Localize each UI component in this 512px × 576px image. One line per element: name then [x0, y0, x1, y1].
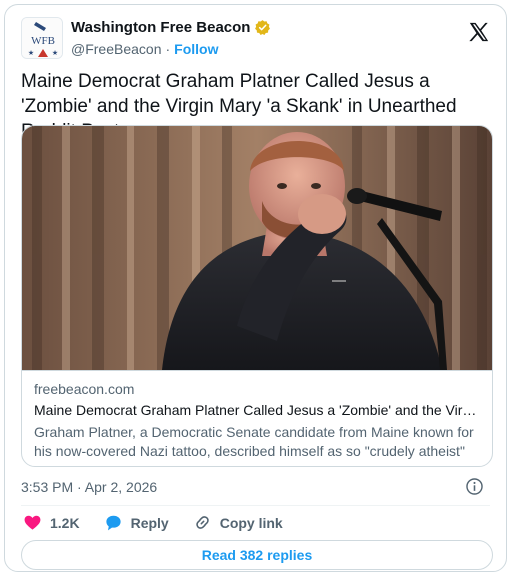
copy-link-button[interactable]: Copy link — [193, 513, 283, 532]
like-count: 1.2K — [50, 514, 80, 531]
action-bar: 1.2K Reply Copy link — [23, 513, 283, 532]
avatar[interactable]: WFB ★ ★ — [21, 17, 63, 59]
info-icon[interactable] — [465, 477, 484, 496]
handle-separator: · — [165, 41, 171, 57]
heart-icon — [24, 515, 41, 530]
follow-button[interactable]: Follow — [174, 41, 218, 57]
like-button[interactable]: 1.2K — [23, 513, 80, 532]
read-replies-button[interactable]: Read 382 replies — [21, 540, 493, 570]
copy-link-label: Copy link — [219, 514, 283, 531]
handle-row: @FreeBeacon · Follow — [71, 41, 218, 57]
reply-label: Reply — [130, 514, 169, 531]
link-description: Graham Platner, a Democratic Senate cand… — [34, 424, 474, 466]
x-logo-icon[interactable] — [468, 21, 490, 43]
wfb-logo-icon: WFB ★ ★ — [22, 18, 62, 58]
verified-badge-icon — [255, 20, 271, 35]
divider — [21, 505, 490, 506]
link-title: Maine Democrat Graham Platner Called Jes… — [34, 402, 480, 418]
avatar-logo-text: WFB — [31, 35, 55, 47]
reply-bubble-icon — [105, 515, 121, 531]
author-name-row: Washington Free Beacon — [71, 19, 271, 36]
author-handle[interactable]: @FreeBeacon — [71, 41, 161, 57]
link-domain: freebeacon.com — [34, 381, 135, 397]
author-name[interactable]: Washington Free Beacon — [71, 19, 250, 36]
link-card-body: freebeacon.com Maine Democrat Graham Pla… — [22, 370, 492, 466]
reply-button[interactable]: Reply — [104, 513, 169, 532]
svg-text:★: ★ — [52, 49, 58, 57]
tweet-header: WFB ★ ★ Washington Free Beacon @FreeBeac… — [21, 17, 490, 61]
article-photo — [22, 126, 492, 370]
svg-text:★: ★ — [28, 49, 34, 57]
link-icon — [195, 516, 209, 529]
link-preview-card[interactable]: freebeacon.com Maine Democrat Graham Pla… — [21, 125, 493, 467]
tweet-timestamp[interactable]: 3:53 PM · Apr 2, 2026 — [21, 479, 157, 495]
tweet-embed-card: WFB ★ ★ Washington Free Beacon @FreeBeac… — [4, 4, 507, 572]
